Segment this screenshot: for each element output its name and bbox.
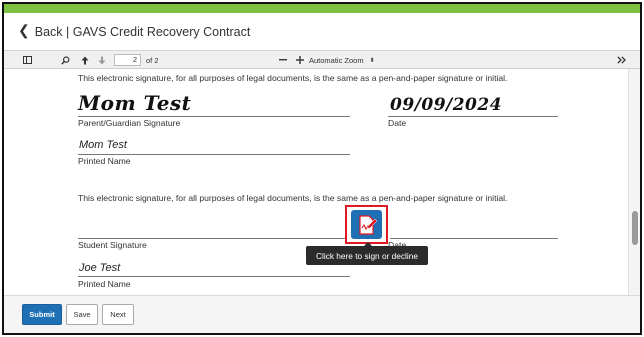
- zoom-out-icon[interactable]: [277, 51, 289, 69]
- student-printed-name-label: Printed Name: [78, 279, 131, 289]
- zoom-value: Automatic Zoom: [309, 55, 364, 65]
- back-button[interactable]: ❮ Back | GAVS Credit Recovery Contract: [18, 22, 251, 40]
- chevron-updown-icon: ⬍: [369, 57, 375, 64]
- app-frame: ❮ Back | GAVS Credit Recovery Contract 2…: [2, 2, 642, 335]
- save-button[interactable]: Save: [66, 304, 98, 325]
- action-footer: Submit Save Next: [4, 295, 640, 333]
- sign-document-icon: [351, 210, 382, 239]
- document-viewer[interactable]: This electronic signature, for all purpo…: [4, 69, 640, 295]
- parent-signature-label: Parent/Guardian Signature: [78, 118, 181, 128]
- parent-printed-name: Mom Test: [79, 139, 127, 151]
- next-page-icon[interactable]: [95, 51, 109, 69]
- previous-page-icon[interactable]: [78, 51, 92, 69]
- parent-signature-line: [78, 116, 350, 117]
- student-signature-line: [78, 238, 348, 239]
- zoom-in-icon[interactable]: [294, 51, 306, 69]
- sign-button[interactable]: [345, 205, 388, 244]
- page-count: of 2: [146, 55, 159, 65]
- back-label: Back: [34, 24, 63, 39]
- signature-statement: This electronic signature, for all purpo…: [78, 73, 508, 83]
- parent-signature: Mom Test: [78, 91, 192, 115]
- vertical-scrollbar[interactable]: [628, 69, 640, 295]
- student-date-line: [390, 238, 558, 239]
- brand-top-bar: [4, 4, 640, 13]
- student-printed-name: Joe Test: [79, 262, 121, 274]
- parent-printed-line: [78, 154, 350, 155]
- title-separator: |: [62, 24, 73, 39]
- student-signature-label: Student Signature: [78, 240, 147, 250]
- student-printed-line: [78, 276, 350, 277]
- tools-menu-icon[interactable]: [614, 51, 628, 69]
- document-page: This electronic signature, for all purpo…: [4, 69, 624, 295]
- parent-date-line: [388, 116, 558, 117]
- signature-statement-student: This electronic signature, for all purpo…: [78, 193, 508, 203]
- page-header: ❮ Back | GAVS Credit Recovery Contract: [4, 13, 640, 51]
- page-number-input[interactable]: 2: [114, 54, 141, 66]
- sign-tooltip: Click here to sign or decline: [306, 242, 428, 265]
- scrollbar-thumb[interactable]: [632, 211, 638, 245]
- submit-button[interactable]: Submit: [22, 304, 62, 325]
- search-icon[interactable]: [58, 51, 72, 69]
- zoom-select[interactable]: Automatic Zoom ⬍: [309, 51, 379, 69]
- page-title: GAVS Credit Recovery Contract: [72, 24, 251, 39]
- chevron-left-icon: ❮: [18, 22, 30, 38]
- next-button[interactable]: Next: [102, 304, 134, 325]
- pdf-toolbar: 2 of 2 Automatic Zoom ⬍: [4, 51, 640, 69]
- sidebar-toggle-icon[interactable]: [20, 51, 34, 69]
- parent-date-label: Date: [388, 118, 407, 128]
- parent-printed-name-label: Printed Name: [78, 156, 131, 166]
- parent-date-value: 09/09/2024: [390, 95, 503, 115]
